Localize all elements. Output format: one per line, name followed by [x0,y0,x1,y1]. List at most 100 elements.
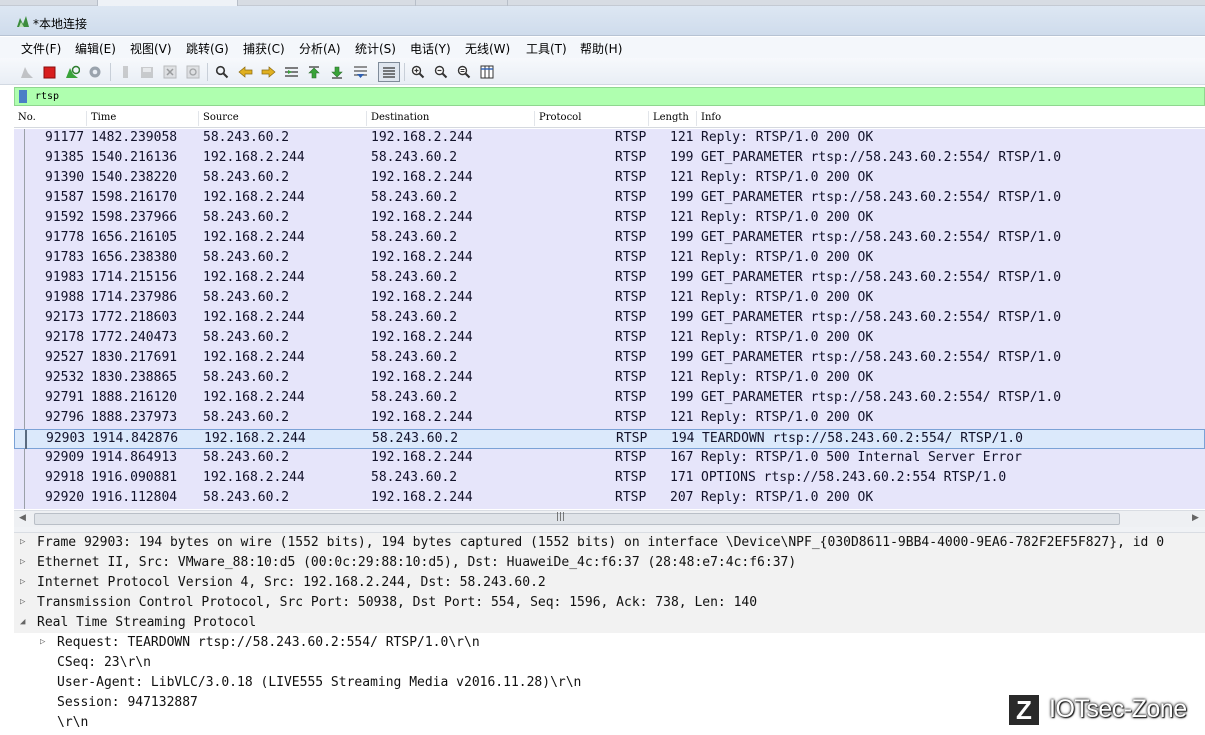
menu-tools[interactable]: 工具(T) [526,40,567,57]
tree-expand-icon[interactable]: ▷ [20,597,30,607]
save-file-icon[interactable] [139,64,155,80]
column-divider[interactable] [534,111,535,126]
filter-bookmark-icon[interactable] [19,90,27,103]
packet-row[interactable]: 92178 1772.240473 58.243.60.2 192.168.2.244… [14,329,1205,349]
packet-cell-time: 1916.112804 [91,490,178,505]
packet-cell-len: 121 [670,130,694,145]
scroll-right-arrow-icon[interactable]: ▶ [1192,513,1199,523]
menu-telephony[interactable]: 电话(Y) [410,40,451,57]
detail-text: Internet Protocol Version 4, Src: 192.16… [37,575,546,590]
go-last-packet-icon[interactable] [329,64,345,80]
autoscroll-icon[interactable] [352,64,368,80]
packet-cell-no: 92796 [45,410,85,425]
tree-expand-icon[interactable]: ▷ [20,537,30,547]
menu-statistics[interactable]: 统计(S) [355,40,396,57]
packet-row[interactable]: 91177 1482.239058 58.243.60.2 192.168.2.244… [14,129,1205,149]
packet-row[interactable]: 92532 1830.238865 58.243.60.2 192.168.2.244… [14,369,1205,389]
related-packet-marker [24,289,25,309]
restart-capture-icon[interactable] [64,64,80,80]
capture-options-icon[interactable] [87,64,103,80]
menu-go[interactable]: 跳转(G) [186,40,229,57]
detail-tree-item[interactable]: ▷ Ethernet II, Src: VMware_88:10:d5 (00:0… [14,553,1205,573]
close-file-icon[interactable] [162,64,178,80]
packet-cell-dst: 192.168.2.244 [371,130,473,145]
column-divider[interactable] [366,111,367,126]
menu-help[interactable]: 帮助(H) [580,40,622,57]
packet-row[interactable]: 91390 1540.238220 58.243.60.2 192.168.2.244… [14,169,1205,189]
packet-cell-len: 199 [670,390,694,405]
packet-cell-proto: RTSP [615,250,647,265]
packet-row[interactable]: 92791 1888.216120 192.168.2.244 58.243.60.2… [14,389,1205,409]
detail-text: Transmission Control Protocol, Src Port:… [37,595,758,610]
packet-row[interactable]: 92920 1916.112804 58.243.60.2 192.168.2.244… [14,489,1205,509]
packet-row[interactable]: 91983 1714.215156 192.168.2.244 58.243.60.2… [14,269,1205,289]
colorize-packet-list-icon[interactable] [378,62,400,82]
packet-row[interactable]: 92918 1916.090881 192.168.2.244 58.243.60.2… [14,469,1205,489]
detail-tree-item[interactable]: ▷ Request: TEARDOWN rtsp://58.243.60.2:55… [14,633,1205,653]
column-divider[interactable] [648,111,649,126]
column-header-no[interactable]: No. [18,112,36,123]
start-capture-icon[interactable] [19,64,35,80]
packet-row[interactable]: 91385 1540.216136 192.168.2.244 58.243.60.2… [14,149,1205,169]
packet-row[interactable]: 91988 1714.237986 58.243.60.2 192.168.2.244… [14,289,1205,309]
packet-cell-no: 92173 [45,310,85,325]
detail-tree-item[interactable]: ▷ Transmission Control Protocol, Src Port… [14,593,1205,613]
packet-cell-proto: RTSP [615,310,647,325]
stop-capture-icon[interactable] [41,64,57,80]
display-filter-input[interactable] [35,89,1195,104]
detail-tree-item[interactable]: ▷ Frame 92903: 194 bytes on wire (1552 bi… [14,533,1205,553]
tree-expand-icon[interactable]: ▷ [20,577,30,587]
menu-edit[interactable]: 编辑(E) [75,40,116,57]
detail-tree-item[interactable]: ▷ Internet Protocol Version 4, Src: 192.1… [14,573,1205,593]
packet-cell-dst: 58.243.60.2 [371,350,458,365]
packet-row-selected[interactable]: 92903 1914.842876 192.168.2.244 58.243.60.2… [14,429,1205,450]
go-back-icon[interactable] [237,64,253,80]
packet-list-horizontal-scrollbar[interactable]: ◀ ||| ▶ [14,510,1205,527]
menu-capture[interactable]: 捕获(C) [243,40,285,57]
packet-row[interactable]: 91592 1598.237966 58.243.60.2 192.168.2.244… [14,209,1205,229]
tree-expand-icon[interactable]: ▷ [20,557,30,567]
column-header-time[interactable]: Time [91,112,116,123]
open-file-icon[interactable] [117,64,133,80]
packet-cell-dst: 192.168.2.244 [371,170,473,185]
column-header-length[interactable]: Length [653,112,689,123]
menu-view[interactable]: 视图(V) [130,40,172,57]
scroll-left-arrow-icon[interactable]: ◀ [19,513,26,523]
packet-row[interactable]: 91783 1656.238380 58.243.60.2 192.168.2.244… [14,249,1205,269]
packet-row[interactable]: 91778 1656.216105 192.168.2.244 58.243.60.2… [14,229,1205,249]
column-divider[interactable] [86,111,87,126]
packet-cell-dst: 192.168.2.244 [371,490,473,505]
menu-analyze[interactable]: 分析(A) [299,40,341,57]
go-to-packet-icon[interactable] [283,64,299,80]
column-header-destination[interactable]: Destination [371,112,429,123]
packet-row[interactable]: 91587 1598.216170 192.168.2.244 58.243.60.2… [14,189,1205,209]
resize-columns-icon[interactable] [479,64,495,80]
packet-cell-src: 58.243.60.2 [203,170,290,185]
column-header-source[interactable]: Source [203,112,239,123]
packet-cell-len: 121 [670,330,694,345]
column-header-protocol[interactable]: Protocol [539,112,581,123]
go-first-packet-icon[interactable] [306,64,322,80]
column-divider[interactable] [696,111,697,126]
scrollbar-thumb[interactable] [34,513,1120,525]
packet-row[interactable]: 92909 1914.864913 58.243.60.2 192.168.2.244… [14,449,1205,469]
packet-row[interactable]: 92796 1888.237973 58.243.60.2 192.168.2.244… [14,409,1205,429]
detail-tree-item[interactable]: ◢ Real Time Streaming Protocol [14,613,1205,633]
menu-file[interactable]: 文件(F) [21,40,61,57]
related-packet-marker [24,309,25,329]
tree-collapse-icon[interactable]: ◢ [20,617,30,627]
zoom-normal-icon[interactable] [456,64,472,80]
reload-file-icon[interactable] [185,64,201,80]
find-packet-icon[interactable] [214,64,230,80]
packet-cell-dst: 192.168.2.244 [371,370,473,385]
detail-tree-item[interactable]: CSeq: 23\r\n [14,653,1205,673]
go-forward-icon[interactable] [260,64,276,80]
tree-expand-icon[interactable]: ▷ [40,637,50,647]
column-divider[interactable] [198,111,199,126]
menu-wireless[interactable]: 无线(W) [465,40,510,57]
packet-row[interactable]: 92527 1830.217691 192.168.2.244 58.243.60.2… [14,349,1205,369]
zoom-in-icon[interactable] [410,64,426,80]
zoom-out-icon[interactable] [433,64,449,80]
packet-row[interactable]: 92173 1772.218603 192.168.2.244 58.243.60.2… [14,309,1205,329]
column-header-info[interactable]: Info [701,112,721,123]
